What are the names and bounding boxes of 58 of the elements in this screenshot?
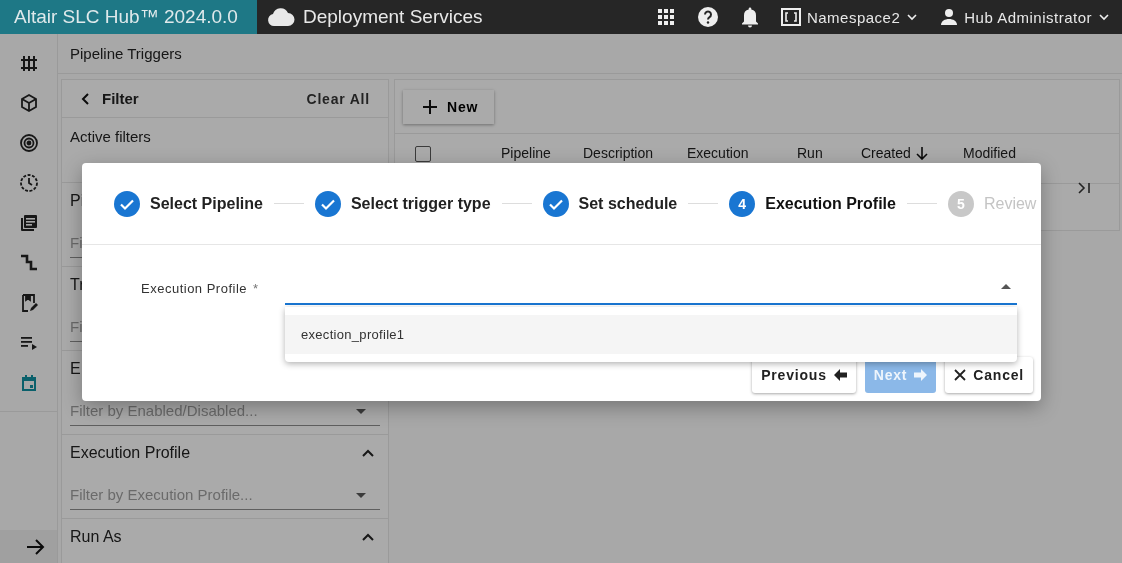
- filter-section-title: Run As: [70, 528, 122, 546]
- active-filters-label: Active filters: [70, 128, 151, 145]
- apps-grid-icon[interactable]: [656, 8, 675, 26]
- app-title: Altair SLC Hub™ 2024.0.0: [0, 0, 257, 34]
- chevron-down-icon: [1098, 13, 1110, 21]
- filter-select[interactable]: Filter by Enabled/Disabled...: [70, 400, 380, 426]
- step-label: Select trigger type: [350, 194, 491, 213]
- clear-all-button[interactable]: Clear All: [300, 89, 376, 108]
- field-label: Execution Profile: [141, 281, 248, 296]
- library-nav-icon[interactable]: [18, 213, 39, 233]
- filter-section-title: Tr: [70, 276, 85, 294]
- flow-nav-icon[interactable]: [18, 253, 39, 273]
- step-label: Select Pipeline: [150, 194, 263, 213]
- chevron-down-icon: [906, 13, 919, 21]
- arrow-right-icon: [914, 369, 928, 381]
- target-nav-icon[interactable]: [18, 133, 39, 153]
- cloud-icon: [267, 7, 295, 27]
- arrow-left-icon: [833, 369, 847, 381]
- bell-icon[interactable]: [740, 6, 759, 28]
- step-number: 4: [729, 190, 756, 217]
- chevron-icon[interactable]: [362, 533, 374, 541]
- column-header[interactable]: Run: [797, 146, 823, 160]
- help-icon[interactable]: [696, 6, 719, 28]
- column-header[interactable]: Created: [861, 146, 928, 160]
- plus-icon: [423, 99, 437, 114]
- chevron-icon[interactable]: [362, 449, 374, 457]
- dropdown-option[interactable]: exection_profile1: [285, 315, 1017, 354]
- service-title: Deployment Services: [303, 6, 483, 28]
- page-title: Pipeline Triggers: [70, 45, 182, 62]
- filter-select[interactable]: Filter by Execution Profile...: [70, 484, 380, 510]
- new-button[interactable]: New: [403, 89, 495, 124]
- column-header[interactable]: Execution: [687, 146, 749, 160]
- dropdown-triangle-icon[interactable]: [1001, 283, 1011, 289]
- user-menu[interactable]: Hub Administrator: [940, 8, 1110, 26]
- filter-title: Filter: [102, 90, 139, 107]
- hub-nav-icon[interactable]: [18, 53, 39, 73]
- filter-section-title: E: [70, 360, 81, 378]
- step-label: Set schedule: [578, 194, 678, 213]
- close-icon: [954, 369, 967, 381]
- sort-arrow-icon: [915, 146, 928, 160]
- dropdown-triangle-icon[interactable]: [356, 493, 366, 498]
- back-chevron-icon[interactable]: [80, 91, 90, 106]
- select-all-checkbox[interactable]: [415, 146, 431, 162]
- last-page-icon[interactable]: [1077, 182, 1091, 194]
- expand-arrow-icon[interactable]: [25, 537, 46, 556]
- person-icon: [940, 8, 959, 26]
- namespace-menu[interactable]: Namespace2: [780, 8, 919, 26]
- column-header[interactable]: Modified: [963, 146, 1016, 160]
- history-nav-icon[interactable]: [18, 173, 39, 193]
- package-nav-icon[interactable]: [18, 93, 39, 113]
- step-label: Review: [983, 194, 1037, 213]
- filter-section-title: Execution Profile: [70, 444, 191, 462]
- dropdown-triangle-icon[interactable]: [356, 409, 366, 414]
- column-header[interactable]: Description: [583, 146, 654, 160]
- required-mark: *: [253, 281, 259, 296]
- step-label: Execution Profile: [765, 194, 896, 213]
- namespace-icon: [780, 8, 801, 26]
- column-header[interactable]: Pipeline: [501, 146, 551, 160]
